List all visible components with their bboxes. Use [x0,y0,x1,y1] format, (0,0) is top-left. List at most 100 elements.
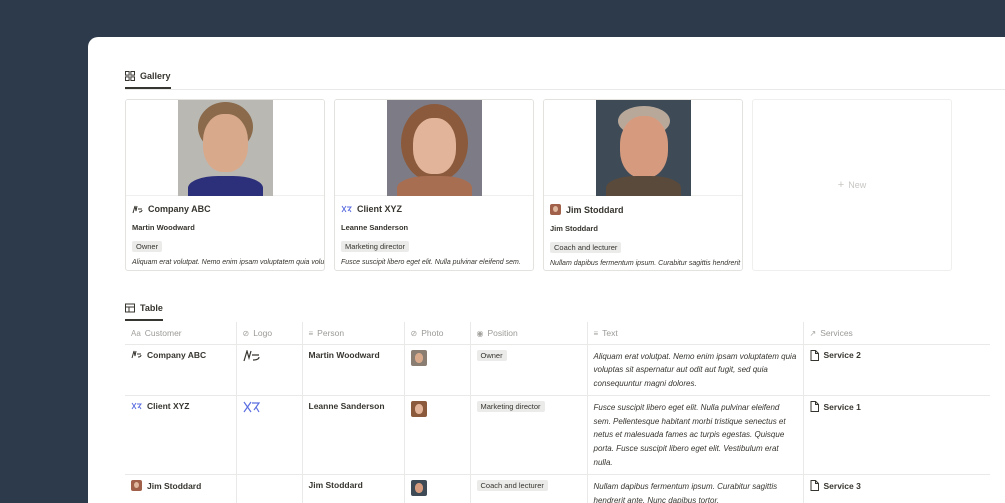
table-row[interactable]: Client XYZ Leanne Sanderson Marketing di… [125,395,990,476]
cell-customer[interactable]: Company ABC [125,344,237,397]
column-label: Person [317,327,345,338]
card-company: Client XYZ [357,204,403,214]
cell-text[interactable]: Aliquam erat volutpat. Nemo enim ipsam v… [587,344,804,397]
text-type-icon: Aa [131,328,141,338]
card-company: Company ABC [148,204,211,214]
service-link: Service 1 [823,401,861,412]
cell-person[interactable]: Jim Stoddard [302,474,405,503]
column-header-services[interactable]: ↗ Services [803,322,990,345]
paperclip-icon: ⊘ [242,328,250,338]
column-header-logo[interactable]: ⊘ Logo [236,322,303,345]
cell-services[interactable]: Service 3 [803,474,990,503]
card-text: Nullam dapibus fermentum ipsum. Curabitu… [550,260,742,267]
cell-photo[interactable] [404,474,471,503]
gallery-card[interactable]: Company ABC Martin Woodward Owner Aliqua… [125,99,325,271]
card-text: Aliquam erat volutpat. Nemo enim ipsam v… [132,259,324,266]
cell-logo[interactable] [236,474,303,503]
photo-thumbnail [410,480,427,497]
company-logo-icon [243,401,260,413]
card-person: Martin Woodward [132,223,195,232]
table-icon [125,303,135,313]
cell-logo[interactable] [236,344,303,397]
cell-text[interactable]: Fusce suscipit libero eget elit. Nulla p… [587,395,804,476]
plus-icon: + [837,179,845,191]
tab-gallery-label: Gallery [140,71,171,81]
customer-name: Company ABC [147,349,207,360]
cell-position[interactable]: Marketing director [470,395,588,476]
position-tag: Coach and lecturer [476,480,548,492]
card-company: Jim Stoddard [566,204,624,215]
card-title: Jim Stoddard [544,196,742,215]
table-row[interactable]: Company ABC Martin Woodward Owner Aliqua… [125,344,990,397]
tab-table-label: Table [140,303,163,313]
page-icon [810,401,819,413]
avatar [131,480,142,492]
cell-services[interactable]: Service 1 [803,395,990,476]
position-tag: Marketing director [341,241,410,252]
cell-position[interactable]: Coach and lecturer [470,474,588,503]
company-logo-icon [132,205,143,213]
table-row[interactable]: Jim Stoddard Jim Stoddard Coach and lect… [125,474,990,503]
select-icon: ◉ [476,328,484,338]
card-cover [335,100,533,196]
column-header-customer[interactable]: Aa Customer [125,322,237,345]
page-icon [810,480,819,492]
cell-photo[interactable] [404,344,471,397]
card-title: Client XYZ [335,196,533,214]
card-text: Fusce suscipit libero eget elit. Nulla p… [341,259,521,266]
database-page: Gallery Company ABC Martin Woodward Owne… [88,37,1005,503]
card-person: Leanne Sanderson [341,223,409,232]
position-tag: Owner [476,349,507,361]
column-label: Photo [421,327,444,338]
card-cover [544,100,742,196]
customer-name: Client XYZ [147,401,190,412]
tab-table[interactable]: Table [125,303,163,321]
tab-gallery[interactable]: Gallery [125,71,171,89]
gallery-grid: Company ABC Martin Woodward Owner Aliqua… [125,99,952,271]
column-label: Services [820,327,853,338]
column-header-person[interactable]: ≡ Person [302,322,405,345]
cell-customer[interactable]: Client XYZ [125,395,237,476]
table-header-row: Aa Customer ⊘ Logo ≡ Person ⊘ Photo ◉ Positio… [125,322,990,345]
company-logo-icon [341,205,352,212]
cell-person[interactable]: Leanne Sanderson [302,395,405,476]
column-header-photo[interactable]: ⊘ Photo [404,322,471,345]
card-title: Company ABC [126,196,324,214]
person-photo [595,100,691,196]
company-logo-icon [131,402,142,410]
card-cover [126,100,324,196]
gallery-card[interactable]: Jim Stoddard Jim Stoddard Coach and lect… [543,99,743,271]
new-card-button[interactable]: + New [752,99,952,271]
relation-arrow-icon: ↗ [809,328,817,338]
company-logo-icon [242,348,260,361]
cell-text[interactable]: Nullam dapibus fermentum ipsum. Curabitu… [587,474,804,503]
column-header-position[interactable]: ◉ Position [470,322,588,345]
paperclip-icon: ⊘ [410,328,418,338]
cell-services[interactable]: Service 2 [803,344,990,397]
service-link: Service 3 [823,480,861,491]
position-tag: Owner [132,241,163,252]
company-logo-icon [131,350,142,359]
cell-customer[interactable]: Jim Stoddard [125,474,237,503]
grid-icon [125,71,135,81]
customer-name: Jim Stoddard [147,480,202,491]
service-link: Service 2 [823,350,861,360]
column-label: Text [602,327,618,338]
cell-position[interactable]: Owner [470,344,588,397]
person-photo [386,100,482,196]
cell-logo[interactable] [236,395,303,476]
gallery-card[interactable]: Client XYZ Leanne Sanderson Marketing di… [334,99,534,271]
column-header-text[interactable]: ≡ Text [587,322,804,345]
cell-photo[interactable] [404,395,471,476]
position-tag: Marketing director [476,401,545,413]
lines-icon: ≡ [308,328,314,338]
gallery-divider [125,89,1005,90]
column-label: Logo [253,327,273,338]
column-label: Customer [144,327,182,338]
cell-person[interactable]: Martin Woodward [302,344,405,397]
photo-thumbnail [410,401,427,418]
avatar [550,204,561,215]
page-icon [810,349,819,361]
new-card-label: New [848,180,867,190]
person-photo [177,100,273,196]
